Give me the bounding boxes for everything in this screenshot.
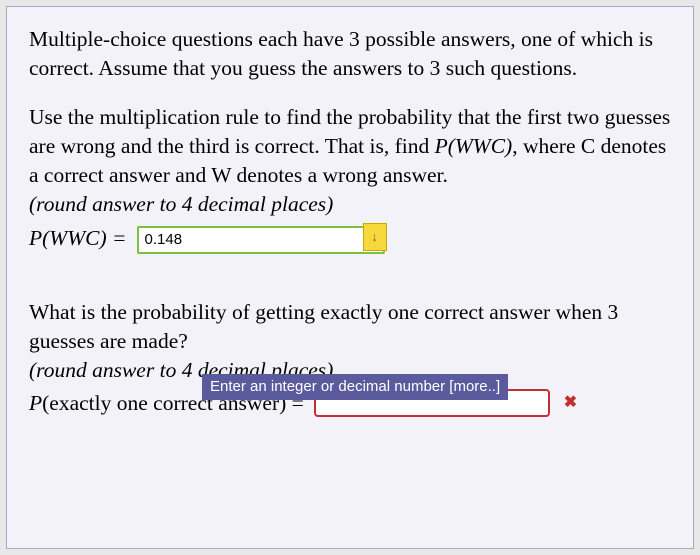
question1-text: Use the multiplication rule to find the … — [29, 103, 671, 190]
q1-rounding-hint: (round answer to 4 decimal places) — [29, 190, 671, 219]
q2-prompt: What is the probability of getting exact… — [29, 298, 671, 356]
page-container: Multiple-choice questions each have 3 po… — [0, 0, 700, 555]
q1-label: P(WWC) = — [29, 224, 127, 253]
p-wwc-notation: P(WWC) — [435, 134, 513, 158]
incorrect-x-icon: ✖ — [564, 392, 577, 414]
question-intro: Multiple-choice questions each have 3 po… — [29, 25, 671, 83]
q1-answer-input[interactable] — [137, 226, 385, 254]
q1-answer-row: P(WWC) = ↓ — [29, 223, 671, 254]
q1-input-wrap: ↓ — [137, 223, 385, 254]
question-panel: Multiple-choice questions each have 3 po… — [6, 6, 694, 549]
helper-text: Enter an integer or decimal number [more… — [210, 378, 500, 395]
input-helper-tooltip[interactable]: Enter an integer or decimal number [more… — [202, 374, 508, 400]
